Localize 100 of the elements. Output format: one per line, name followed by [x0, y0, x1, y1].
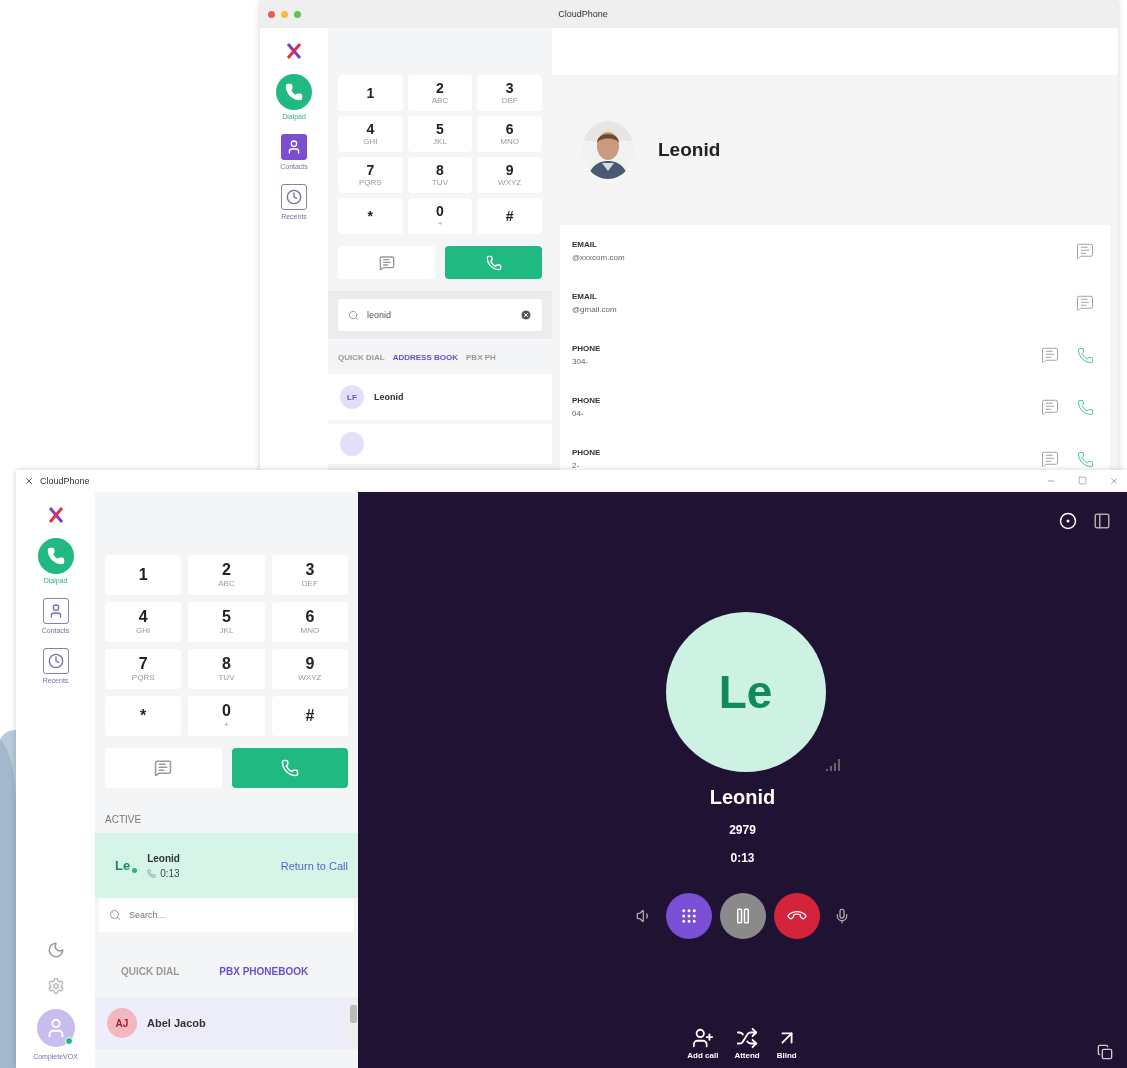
field-label: PHONE: [572, 396, 602, 405]
settings-icon[interactable]: [46, 977, 65, 995]
keypad-key[interactable]: 1: [338, 75, 403, 111]
keypad-key[interactable]: 5 JKL: [407, 116, 473, 152]
status-dot: [132, 867, 138, 873]
minimize-icon[interactable]: [281, 10, 288, 18]
message-button[interactable]: [105, 748, 222, 788]
keypad-key[interactable]: 0 +: [188, 696, 265, 736]
keypad-key[interactable]: 5 JKL: [188, 602, 265, 642]
message-icon: [154, 759, 173, 777]
scrollbar[interactable]: [349, 997, 358, 1049]
pop-out-icon[interactable]: [1097, 1044, 1113, 1060]
keypad-key[interactable]: 3 DEF: [271, 555, 348, 595]
keypad-key[interactable]: #: [271, 696, 348, 736]
contact-avatar: AJ: [107, 1008, 137, 1038]
message-icon: [1041, 346, 1059, 364]
keypad-key[interactable]: 2 ABC: [188, 555, 265, 595]
transfer-button[interactable]: Add call: [687, 1027, 719, 1060]
clear-icon[interactable]: [520, 309, 532, 321]
keypad-key[interactable]: 2 ABC: [407, 75, 473, 111]
keypad-key[interactable]: 6 MNO: [271, 602, 348, 642]
section-heading: ACTIVE: [105, 814, 143, 825]
keypad-key[interactable]: 3 DEF: [477, 75, 542, 111]
field-value: 2-: [572, 461, 581, 470]
phone-icon: [280, 759, 299, 777]
close-icon[interactable]: [1109, 476, 1119, 486]
dialpad-button[interactable]: [665, 893, 712, 939]
clock-icon: [286, 189, 302, 205]
moon-icon[interactable]: [46, 941, 65, 959]
contact-avatar: LF: [340, 385, 364, 409]
transfer-button[interactable]: Blind: [775, 1027, 798, 1060]
field-value: 304-: [572, 357, 589, 366]
keypad-key[interactable]: 7 PQRS: [105, 649, 182, 689]
close-icon[interactable]: [268, 10, 275, 18]
contact-row[interactable]: [328, 424, 552, 464]
window-title: CloudPhone: [558, 9, 608, 19]
field-label: PHONE: [572, 448, 602, 457]
window-title: CloudPhone: [40, 476, 90, 486]
active-call-card[interactable]: Le Leonid 0:13 Return to Call: [95, 833, 358, 898]
keypad-key[interactable]: 8 TUV: [407, 157, 473, 193]
phone-icon: [285, 83, 303, 101]
phone-icon: [485, 254, 502, 271]
message-icon: [1041, 450, 1059, 468]
search-field[interactable]: leonid: [365, 309, 514, 321]
phone-icon: [46, 547, 65, 565]
caller-initials: Le: [115, 857, 131, 874]
keypad-key[interactable]: *: [105, 696, 182, 736]
keypad-key[interactable]: 8 TUV: [188, 649, 265, 689]
search-bar[interactable]: Search...: [99, 898, 354, 932]
search-field[interactable]: Search...: [127, 909, 344, 921]
field-value: @gmail.com: [572, 305, 618, 314]
field-value: 04-: [572, 409, 585, 418]
field-label: EMAIL: [572, 292, 598, 301]
keypad-key[interactable]: 4 GHI: [105, 602, 182, 642]
message-button[interactable]: [338, 246, 435, 279]
keypad-key[interactable]: #: [477, 198, 542, 234]
search-icon: [348, 309, 359, 321]
app-icon: [24, 476, 34, 486]
contact-row[interactable]: AJ Abel Jacob: [95, 997, 349, 1049]
tab[interactable]: PBX PHONEBOOK: [219, 966, 309, 977]
return-to-call-link[interactable]: Return to Call: [280, 859, 348, 872]
search-icon: [109, 909, 121, 921]
call-duration: 0:13: [730, 851, 755, 865]
keypad-key[interactable]: 7 PQRS: [338, 157, 403, 193]
zoom-icon[interactable]: [294, 10, 301, 18]
signal-icon: [825, 758, 840, 772]
call-button[interactable]: [231, 748, 348, 788]
phone-icon: [1077, 450, 1094, 468]
logo-icon: [285, 42, 303, 60]
contact-row[interactable]: LF Leonid: [328, 374, 552, 420]
caller-name: Leonid: [147, 852, 181, 864]
keypad-key[interactable]: 0 +: [407, 198, 473, 234]
keypad-key[interactable]: 9 WXYZ: [271, 649, 348, 689]
keypad-key[interactable]: *: [338, 198, 403, 234]
hold-button[interactable]: [719, 893, 766, 939]
call-button[interactable]: [445, 246, 542, 279]
hangup-button[interactable]: [773, 893, 820, 939]
record-icon[interactable]: [1059, 512, 1077, 530]
message-icon: [1076, 294, 1094, 312]
crossed-arrows-icon: [736, 1027, 759, 1049]
field-label: EMAIL: [572, 240, 598, 249]
transfer-button[interactable]: Attend: [734, 1027, 760, 1060]
keypad-key[interactable]: 9 WXYZ: [477, 157, 542, 193]
profile-avatar[interactable]: [36, 1009, 75, 1047]
keypad-key[interactable]: 6 MNO: [477, 116, 542, 152]
call-duration: 0:13: [160, 867, 180, 879]
keypad-key[interactable]: 4 GHI: [338, 116, 403, 152]
avatar-icon: [340, 432, 364, 456]
person-icon: [286, 139, 302, 155]
panel-icon[interactable]: [1093, 512, 1111, 530]
message-icon: [378, 254, 395, 271]
phone-icon: [1077, 346, 1094, 364]
phone-icon: [147, 868, 157, 878]
add-person-icon: [691, 1027, 714, 1049]
search-bar[interactable]: leonid: [338, 299, 542, 331]
tab[interactable]: ADDRESS BOOK: [392, 353, 458, 362]
maximize-icon[interactable]: [1078, 476, 1087, 485]
clock-icon: [47, 653, 64, 669]
message-icon: [1076, 242, 1094, 260]
keypad-key[interactable]: 1: [105, 555, 182, 595]
